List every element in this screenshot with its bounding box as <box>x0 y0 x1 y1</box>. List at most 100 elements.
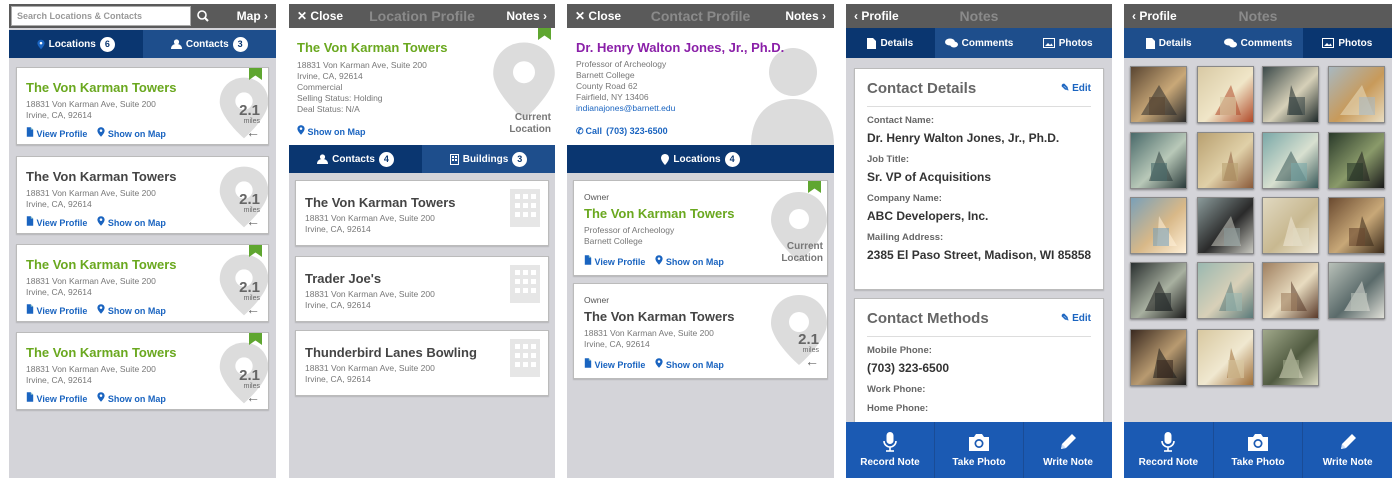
tab-label: Contacts <box>332 153 375 165</box>
edit-button[interactable]: ✎ Edit <box>1061 83 1091 94</box>
photo-thumbnail[interactable] <box>1262 132 1319 189</box>
photo-thumbnail[interactable] <box>1130 197 1187 254</box>
record-note-button[interactable]: Record Note <box>1124 422 1214 478</box>
building-card[interactable]: Trader Joe's 18831 Von Karman Ave, Suite … <box>295 256 549 322</box>
tab-contacts[interactable]: Contacts 4 <box>289 145 422 173</box>
show-on-map-link[interactable]: Show on Map <box>97 394 166 404</box>
record-note-button[interactable]: Record Note <box>846 422 935 478</box>
location-card[interactable]: The Von Karman Towers 18831 Von Karman Av… <box>16 244 269 322</box>
photo-thumbnail[interactable] <box>1197 262 1254 319</box>
map-pin-icon <box>297 125 305 135</box>
view-profile-link[interactable]: View Profile <box>26 394 87 404</box>
photo-thumbnail[interactable] <box>1328 197 1385 254</box>
distance-value: 2.1 <box>798 331 819 348</box>
current-location-label: Current Location <box>781 241 823 265</box>
arrow-left-icon: ← <box>805 353 819 369</box>
location-card[interactable]: The Von Karman Towers 18831 Von Karman Av… <box>16 156 269 234</box>
write-note-button[interactable]: Write Note <box>1303 422 1392 478</box>
tab-details[interactable]: Details <box>846 28 935 58</box>
edit-button[interactable]: ✎ Edit <box>1061 313 1091 324</box>
tab-details[interactable]: Details <box>1124 28 1213 58</box>
tab-photos[interactable]: Photos <box>1023 28 1112 58</box>
photo-thumbnail[interactable] <box>1262 329 1319 386</box>
tab-label: Buildings <box>462 153 509 165</box>
search-input[interactable]: Search Locations & Contacts <box>11 6 191 26</box>
photo-thumbnail[interactable] <box>1262 66 1319 123</box>
view-profile-link[interactable]: View Profile <box>26 306 87 316</box>
distance-value: 2.1 <box>239 279 260 296</box>
photo-subject <box>1340 85 1375 115</box>
building-address: 18831 Von Karman Ave, Suite 200 Irvine, C… <box>305 363 435 385</box>
photo-subject <box>1344 281 1370 311</box>
show-on-map-link[interactable]: Show on Map <box>97 306 166 316</box>
photo-thumbnail[interactable] <box>1328 132 1385 189</box>
tab-photos[interactable]: Photos <box>1302 28 1392 58</box>
photo-thumbnail[interactable] <box>1130 329 1187 386</box>
tab-locations[interactable]: Locations 6 <box>9 30 143 58</box>
map-button[interactable]: Map › <box>237 9 268 23</box>
search-button[interactable] <box>193 7 213 25</box>
close-button[interactable]: ✕ Close <box>575 9 621 23</box>
address-line: 18831 Von Karman Ave, Suite 200 <box>26 188 156 198</box>
current-label-line: Current <box>514 112 551 123</box>
close-button[interactable]: ✕ Close <box>297 9 343 23</box>
tab-buildings[interactable]: Buildings 3 <box>422 145 555 173</box>
company: Barnett College <box>576 70 635 80</box>
building-card[interactable]: Thunderbird Lanes Bowling 18831 Von Karma… <box>295 330 549 396</box>
location-details: 18831 Von Karman Ave, Suite 200 Irvine, … <box>297 60 427 115</box>
take-photo-button[interactable]: Take Photo <box>1214 422 1304 478</box>
building-card[interactable]: The Von Karman Towers 18831 Von Karman Av… <box>295 180 549 246</box>
back-button[interactable]: ‹ Profile <box>1132 9 1177 23</box>
call-button[interactable]: ✆ Call (703) 323-6500 <box>576 126 678 137</box>
photo-thumbnail[interactable] <box>1197 197 1254 254</box>
view-profile-link[interactable]: View Profile <box>26 129 87 139</box>
action-label: Take Photo <box>952 457 1006 468</box>
photo-thumbnail[interactable] <box>1328 262 1385 319</box>
tab-label: Photos <box>1058 37 1093 49</box>
notes-button[interactable]: Notes › <box>785 9 826 23</box>
location-card[interactable]: The Von Karman Towers 18831 Von Karman Av… <box>16 67 269 145</box>
document-icon <box>867 37 877 49</box>
photo-thumbnail[interactable] <box>1197 329 1254 386</box>
link-label: Show on Map <box>107 394 166 404</box>
notes-button[interactable]: Notes › <box>506 9 547 23</box>
view-profile-link[interactable]: View Profile <box>584 360 645 370</box>
show-on-map-link[interactable]: Show on Map <box>655 257 724 267</box>
tab-contacts[interactable]: Contacts 3 <box>143 30 277 58</box>
photo-thumbnail[interactable] <box>1130 66 1187 123</box>
back-button[interactable]: ‹ Profile <box>854 9 899 23</box>
address-line: Irvine, CA, 92614 <box>26 287 92 297</box>
write-note-button[interactable]: Write Note <box>1024 422 1112 478</box>
email-link[interactable]: indianajones@barnett.edu <box>576 103 675 114</box>
photo-thumbnail[interactable] <box>1328 66 1385 123</box>
comments-icon <box>944 38 958 48</box>
tab-comments[interactable]: Comments <box>1213 28 1302 58</box>
location-address: 18831 Von Karman Ave, Suite 200 Irvine, C… <box>26 364 156 386</box>
tab-locations[interactable]: Locations 4 <box>567 145 834 173</box>
owned-location-card[interactable]: Owner The Von Karman Towers Professor of A… <box>573 180 828 276</box>
photo-thumbnail[interactable] <box>1197 66 1254 123</box>
link-label: Show on Map <box>107 306 166 316</box>
top-bar: ‹ Profile Notes <box>846 4 1112 28</box>
photo-thumbnail[interactable] <box>1130 132 1187 189</box>
photo-thumbnail[interactable] <box>1262 197 1319 254</box>
show-on-map-link[interactable]: Show on Map <box>97 218 166 228</box>
action-label: Write Note <box>1322 457 1373 468</box>
owned-location-card[interactable]: Owner The Von Karman Towers 18831 Von Karm… <box>573 283 828 379</box>
tab-comments[interactable]: Comments <box>935 28 1024 58</box>
take-photo-button[interactable]: Take Photo <box>935 422 1024 478</box>
show-on-map-link[interactable]: Show on Map <box>97 129 166 139</box>
photo-thumbnail[interactable] <box>1262 262 1319 319</box>
view-profile-link[interactable]: View Profile <box>26 218 87 228</box>
edit-icon: ✎ <box>1060 83 1070 94</box>
photo-subject <box>1281 281 1307 311</box>
photo-thumbnail[interactable] <box>1197 132 1254 189</box>
map-pin-icon <box>97 304 105 314</box>
show-on-map-link[interactable]: Show on Map <box>655 360 724 370</box>
view-profile-link[interactable]: View Profile <box>584 257 645 267</box>
mobile-phone-value[interactable]: (703) 323-6500 <box>867 361 1097 376</box>
location-card[interactable]: The Von Karman Towers 18831 Von Karman Av… <box>16 332 269 410</box>
address-line: Professor of Archeology <box>584 225 675 235</box>
photo-thumbnail[interactable] <box>1130 262 1187 319</box>
show-on-map-link[interactable]: Show on Map <box>297 125 376 137</box>
